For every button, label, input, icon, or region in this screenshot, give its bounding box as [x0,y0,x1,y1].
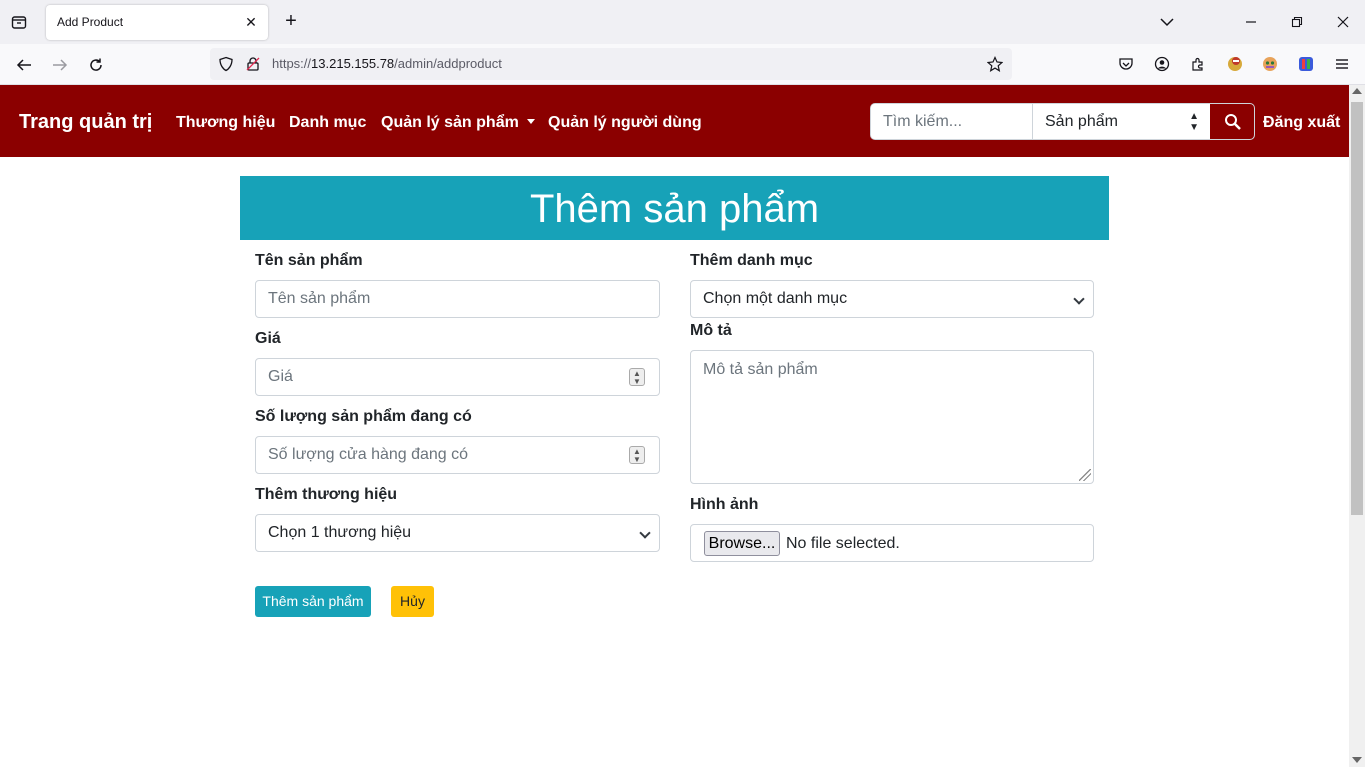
tab-list-icon[interactable] [9,12,29,32]
brand-select[interactable]: Chọn 1 thương hiệu [255,514,660,552]
back-icon[interactable] [11,52,37,78]
caret-down-icon [526,119,535,124]
insecure-lock-icon[interactable] [243,54,263,74]
logout-link[interactable]: Đăng xuất [1263,114,1340,132]
brand-link[interactable]: Trang quản trị [19,111,152,134]
browser-tab[interactable]: Add Product ✕ [46,5,268,40]
stock-placeholder: Số lượng cửa hàng đang có [268,446,469,463]
scroll-down-icon[interactable] [1352,757,1362,763]
restore-icon[interactable] [1285,10,1309,34]
nav-dropdown-products-label: Quản lý sản phẩm [381,114,519,131]
list-all-tabs-icon[interactable] [1155,10,1179,34]
account-icon[interactable] [1151,53,1173,75]
spinner-icon[interactable]: ▲ ▼ [629,368,645,386]
nav-link-brands[interactable]: Thương hiệu [176,114,275,132]
price-label: Giá [255,330,281,347]
stock-label: Số lượng sản phẩm đang có [255,408,472,425]
shield-icon[interactable] [216,54,236,74]
category-select-value: Chọn một danh mục [703,290,848,307]
description-label: Mô tả [690,322,732,339]
menu-icon[interactable] [1331,53,1353,75]
url-prefix: https:// [272,56,312,71]
chevron-down-icon [639,527,651,539]
description-placeholder: Mô tả sản phẩm [703,361,818,378]
url-bar[interactable]: https://13.215.155.78/admin/addproduct [210,48,1012,80]
new-tab-icon[interactable]: + [280,10,302,32]
page-scrollbar[interactable] [1349,85,1365,767]
nav-link-categories[interactable]: Danh mục [289,114,366,132]
brand-select-value: Chọn 1 thương hiệu [268,524,412,541]
cancel-button[interactable]: Hủy [391,586,434,617]
search-category-select[interactable]: Sản phẩm ▲ ▼ [1032,104,1209,139]
search-button[interactable] [1209,104,1254,139]
nav-link-users[interactable]: Quản lý người dùng [548,114,702,132]
category-label: Thêm danh mục [690,252,813,269]
url-text[interactable]: https://13.215.155.78/admin/addproduct [272,56,502,71]
minimize-icon[interactable] [1239,10,1263,34]
image-label: Hình ảnh [690,496,759,513]
category-select[interactable]: Chọn một danh mục [690,280,1094,318]
site-navbar: Trang quản trị Thương hiệu Danh mục Quản… [0,85,1349,157]
reload-icon[interactable] [83,52,109,78]
scroll-thumb[interactable] [1351,102,1363,515]
stock-input[interactable]: Số lượng cửa hàng đang có ▲ ▼ [255,436,660,474]
ublock-extension-icon[interactable] [1224,53,1246,75]
close-window-icon[interactable] [1331,10,1355,34]
url-path: /admin/addproduct [394,56,502,71]
url-host: 13.215.155.78 [311,56,395,71]
image-file-input[interactable]: Browse... No file selected. [690,524,1094,562]
avatar-extension-icon[interactable] [1259,53,1281,75]
file-status-text: No file selected. [786,535,900,552]
search-category-value: Sản phẩm [1045,113,1118,130]
product-name-input[interactable]: Tên sản phẩm [255,280,660,318]
updown-arrows-icon: ▲ ▼ [1189,111,1199,133]
close-tab-icon[interactable]: ✕ [242,13,260,31]
page-title: Thêm sản phẩm [240,176,1109,240]
nav-dropdown-products[interactable]: Quản lý sản phẩm [381,114,535,132]
description-textarea[interactable]: Mô tả sản phẩm [690,350,1094,484]
name-label: Tên sản phẩm [255,252,363,269]
resize-handle-icon[interactable] [1079,469,1091,481]
browse-button[interactable]: Browse... [704,531,780,556]
search-form: Sản phẩm ▲▼ [870,103,1255,140]
price-input[interactable]: Giá ▲ ▼ [255,358,660,396]
bookmark-star-icon[interactable] [985,54,1005,74]
price-placeholder: Giá [268,368,293,385]
forward-icon[interactable] [47,52,73,78]
spinner-icon[interactable]: ▲ ▼ [629,446,645,464]
browser-tab-bar: Add Product ✕ + [0,0,1365,44]
chevron-down-icon [1073,293,1085,305]
search-input[interactable] [871,104,1032,139]
color-extension-icon[interactable] [1295,53,1317,75]
extensions-icon[interactable] [1187,53,1209,75]
brand-label: Thêm thương hiệu [255,486,398,503]
tab-title: Add Product [57,15,124,29]
browser-toolbar: https://13.215.155.78/admin/addproduct [0,44,1365,85]
add-product-button[interactable]: Thêm sản phẩm [255,586,371,617]
scroll-up-icon[interactable] [1352,88,1362,94]
search-icon [1224,113,1241,130]
pocket-icon[interactable] [1115,53,1137,75]
